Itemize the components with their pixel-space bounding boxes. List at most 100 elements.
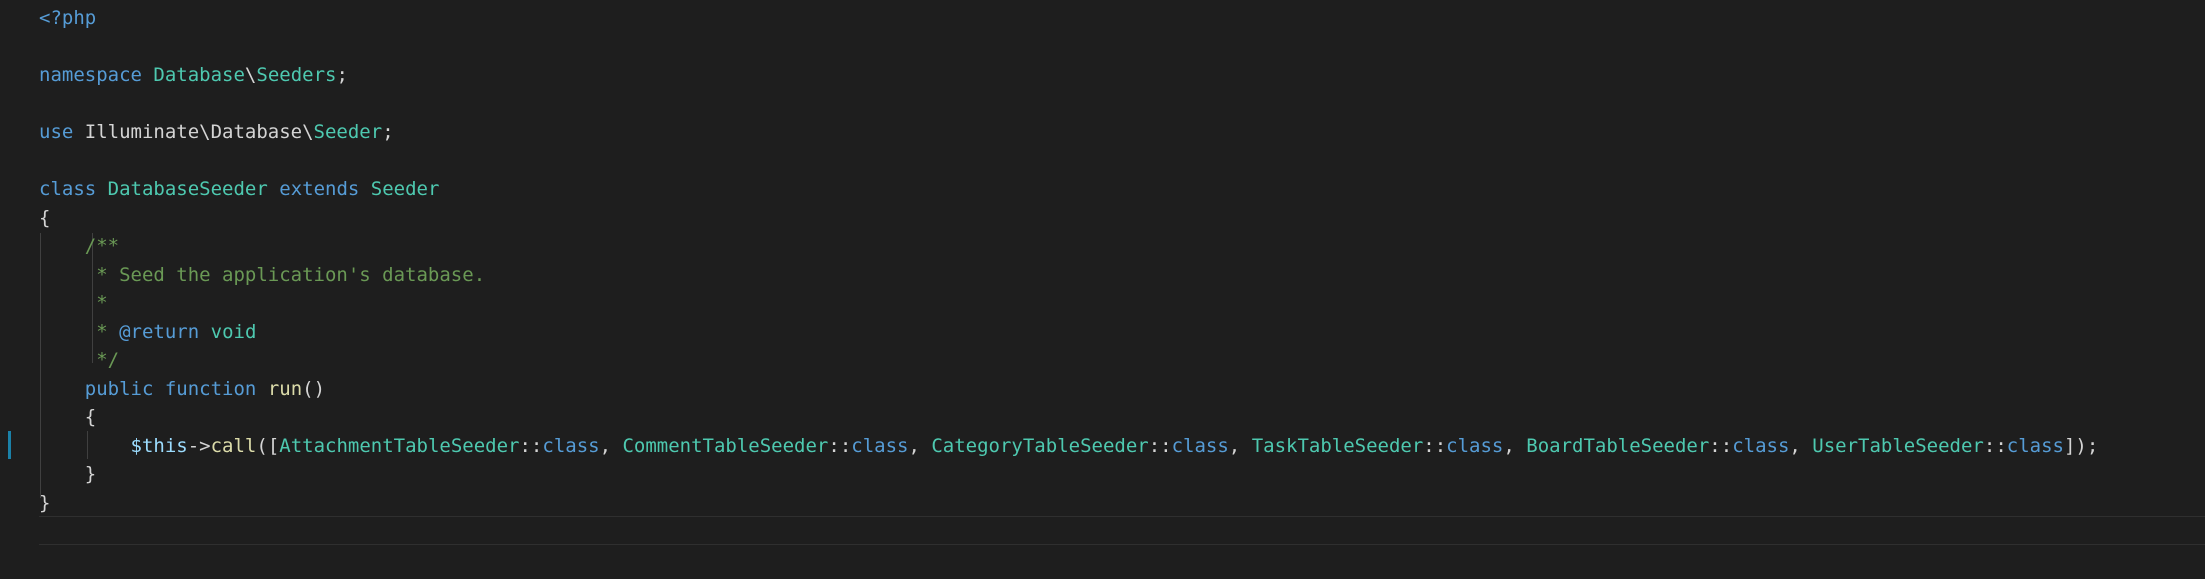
code-line-content[interactable]: use Illuminate\Database\Seeder; — [39, 118, 394, 146]
code-token: TaskTableSeeder — [1251, 434, 1424, 457]
code-line[interactable]: class DatabaseSeeder extends Seeder — [0, 175, 2205, 203]
code-token: class — [542, 434, 600, 457]
code-line[interactable]: * — [0, 289, 2205, 317]
code-line[interactable]: namespace Database\Seeders; — [0, 61, 2205, 89]
code-token: -> — [187, 434, 211, 457]
code-token: :: — [828, 434, 852, 457]
code-line[interactable]: public function run() — [0, 375, 2205, 403]
code-token: extends — [279, 178, 360, 200]
code-token: DatabaseSeeder — [107, 178, 268, 200]
code-line-content[interactable]: { — [39, 204, 50, 232]
code-token: ([ — [256, 434, 280, 457]
code-line[interactable]: */ — [0, 346, 2205, 374]
code-line-content[interactable]: } — [39, 489, 50, 517]
code-line[interactable]: { — [0, 403, 2205, 431]
code-token: * — [96, 320, 120, 343]
code-token: use — [39, 121, 74, 143]
code-token: class — [1732, 434, 1790, 457]
code-token: call — [210, 434, 257, 457]
code-token: @return — [119, 320, 200, 343]
code-token: class — [2006, 434, 2064, 457]
code-line-content[interactable]: * Seed the application's database. — [39, 261, 485, 289]
code-token: UserTableSeeder — [1812, 434, 1984, 457]
code-token: , — [1228, 434, 1252, 457]
code-token: $this — [130, 434, 188, 457]
code-token: \ — [244, 64, 257, 86]
code-line[interactable]: /** — [0, 232, 2205, 260]
code-line-content[interactable]: * @return void — [39, 318, 256, 346]
code-token: Database — [153, 64, 245, 86]
code-line-content[interactable]: { — [39, 403, 96, 431]
code-line[interactable] — [0, 33, 2205, 61]
code-line-content[interactable]: <?php — [39, 4, 96, 32]
code-line[interactable] — [0, 147, 2205, 175]
code-line-content[interactable]: $this->call([AttachmentTableSeeder::clas… — [39, 432, 2099, 460]
code-token: , — [599, 434, 623, 457]
code-line[interactable] — [0, 90, 2205, 118]
code-token: class — [39, 178, 97, 200]
code-line-content[interactable]: * — [39, 289, 108, 317]
code-line[interactable]: $this->call([AttachmentTableSeeder::clas… — [0, 432, 2205, 460]
code-token: () — [302, 377, 326, 400]
code-token: ]); — [2063, 434, 2099, 457]
code-token: :: — [1423, 434, 1447, 457]
code-token: public — [84, 377, 154, 400]
code-token: ; — [336, 64, 348, 86]
code-token: function — [164, 377, 257, 400]
code-line[interactable]: } — [0, 460, 2205, 488]
code-line[interactable]: * Seed the application's database. — [0, 261, 2205, 289]
code-token: Seeder — [313, 121, 383, 143]
code-token: CategoryTableSeeder — [931, 434, 1149, 457]
code-token: Illuminate\Database\ — [73, 121, 314, 143]
code-token: , — [1789, 434, 1813, 457]
code-line-content[interactable]: class DatabaseSeeder extends Seeder — [39, 175, 439, 203]
code-token: run — [267, 377, 303, 400]
code-line-content[interactable]: */ — [39, 346, 119, 374]
code-token: class — [1446, 434, 1504, 457]
code-line[interactable]: use Illuminate\Database\Seeder; — [0, 118, 2205, 146]
code-line[interactable]: * @return void — [0, 318, 2205, 346]
code-token: { — [39, 206, 51, 229]
code-token: BoardTableSeeder — [1526, 434, 1710, 457]
code-token: <?php — [39, 7, 97, 29]
code-token: :: — [1709, 434, 1733, 457]
code-line-content[interactable]: namespace Database\Seeders; — [39, 61, 348, 89]
code-line[interactable]: <?php — [0, 4, 2205, 32]
code-line[interactable] — [0, 517, 2205, 545]
code-token: { — [39, 406, 97, 428]
code-line-content[interactable]: } — [39, 460, 96, 488]
code-token: * — [96, 292, 108, 314]
code-token: class — [851, 434, 909, 457]
code-token: AttachmentTableSeeder — [279, 434, 520, 457]
code-token: void — [210, 320, 257, 343]
code-token: class — [1171, 434, 1229, 457]
code-token: :: — [519, 434, 543, 457]
code-line[interactable]: } — [0, 489, 2205, 517]
code-token: } — [39, 491, 51, 514]
code-line[interactable]: { — [0, 204, 2205, 232]
code-token: :: — [1148, 434, 1172, 457]
code-token: , — [908, 434, 932, 457]
code-line-content[interactable]: public function run() — [39, 375, 325, 403]
code-line-content[interactable]: /** — [39, 232, 119, 260]
code-token: ; — [382, 121, 394, 143]
code-editor[interactable]: <?php namespace Database\Seeders; use Illu… — [0, 0, 2205, 579]
code-token: , — [1503, 434, 1527, 457]
code-token: /** — [84, 235, 120, 257]
code-token: } — [39, 463, 97, 485]
code-token: :: — [1983, 434, 2007, 457]
